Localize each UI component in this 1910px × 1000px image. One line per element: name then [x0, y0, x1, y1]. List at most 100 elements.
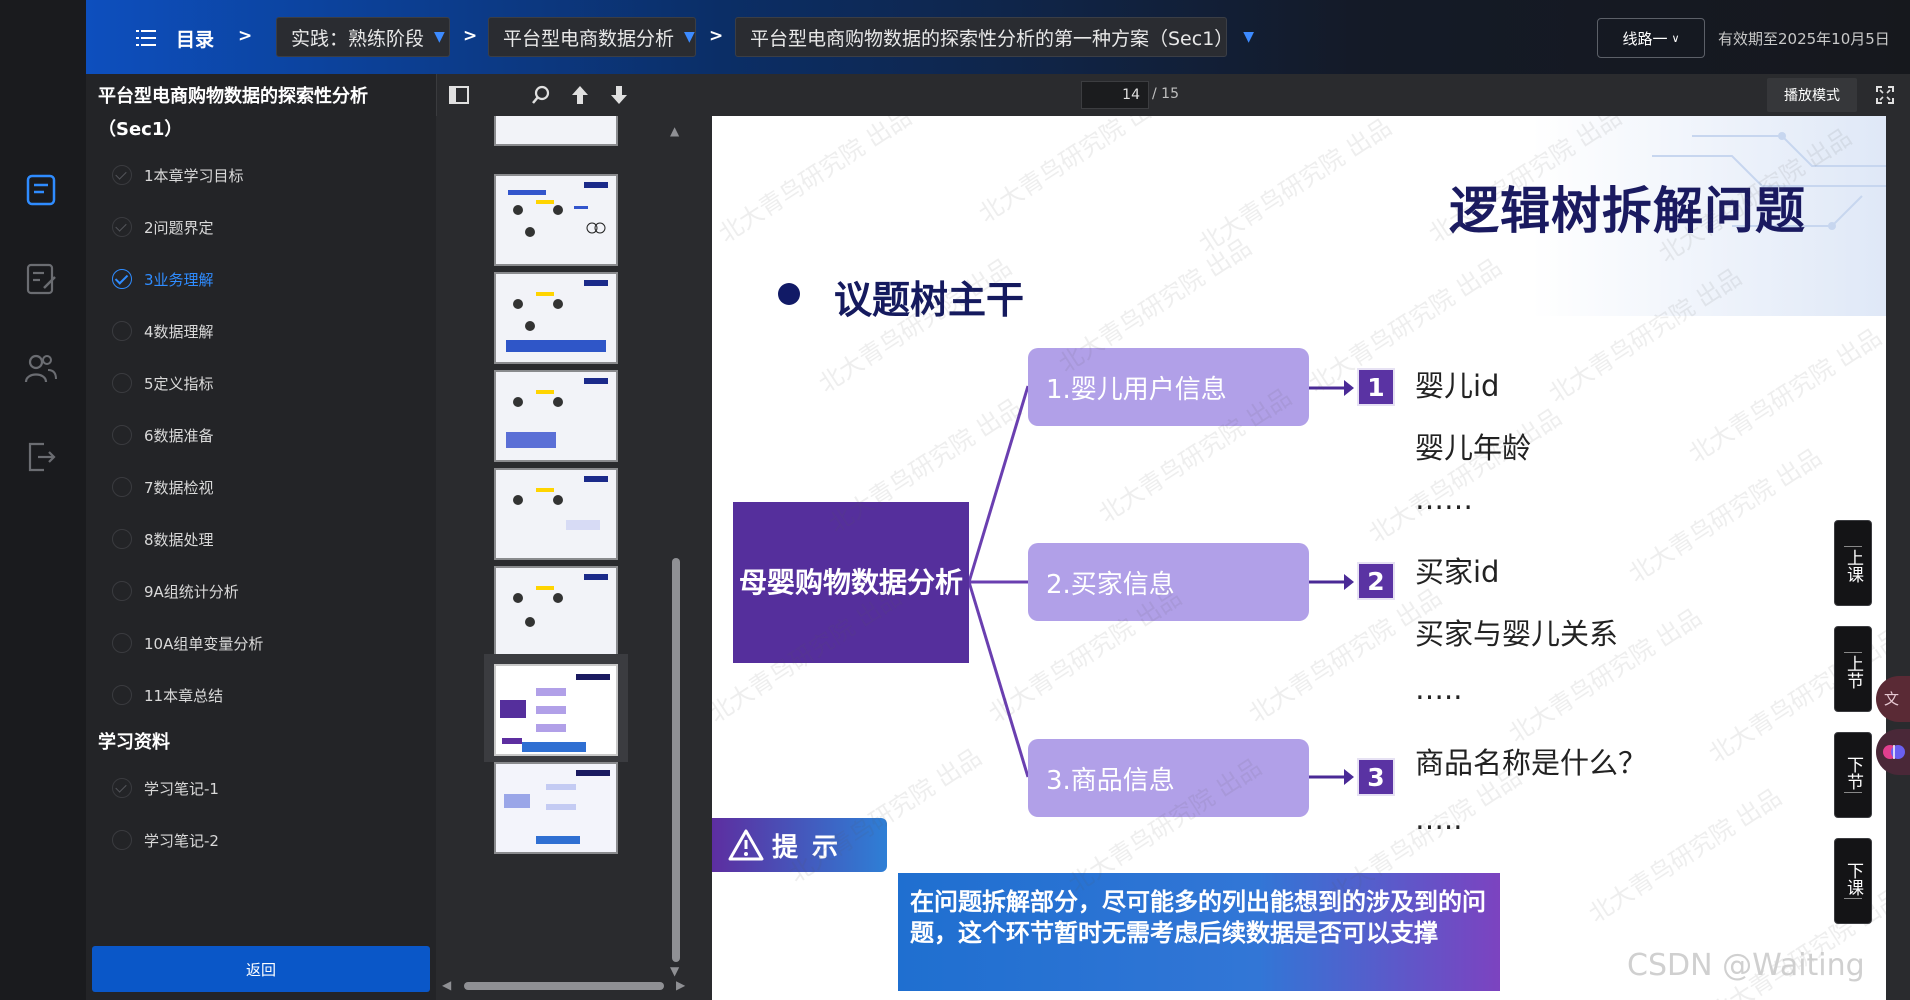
expiry-text: 有效期至2025年10月5日 [1718, 30, 1890, 48]
page-thumbnail[interactable] [494, 272, 618, 364]
tree-branch-node: 2.买家信息 [1028, 543, 1309, 621]
tree-leaf-text: ….. [1415, 802, 1463, 836]
branch-number-badge: 3 [1357, 758, 1395, 796]
page-number-input[interactable]: 14 [1081, 81, 1149, 109]
material-item[interactable]: 学习笔记-1 [86, 762, 436, 814]
chapter-item[interactable]: 7数据检视 [86, 461, 436, 513]
scroll-up-arrow-icon[interactable]: ▲ [670, 124, 679, 138]
left-icon-bar [0, 74, 86, 1000]
tree-leaf-text: 婴儿id [1415, 369, 1500, 403]
chapter-label: 3业务理解 [144, 270, 214, 289]
chapter-item[interactable]: 5定义指标 [86, 357, 436, 409]
breadcrumb-separator: > [463, 26, 478, 46]
viewer-toolbar: 14 / 15 播放模式 [436, 74, 1910, 116]
users-icon[interactable] [24, 352, 58, 386]
tree-leaf-text: 商品名称是什么？ [1415, 746, 1648, 780]
page-thumbnail[interactable] [494, 174, 618, 266]
divider [1844, 545, 1862, 547]
tree-leaf-text: ….. [1415, 672, 1463, 706]
page-thumbnail[interactable] [494, 566, 618, 658]
circle-icon [112, 581, 132, 601]
toc-label: 目录 [176, 28, 215, 51]
toc-button[interactable]: 目录 [136, 24, 214, 52]
material-label: 学习笔记-2 [144, 831, 219, 850]
edit-note-icon[interactable] [24, 262, 58, 296]
crumb-section-select[interactable]: 平台型电商购物数据的探索性分析的第一种方案（Sec1） ▼ [735, 17, 1254, 57]
page-thumbnail[interactable] [494, 762, 618, 854]
course-outline-panel: 平台型电商购物数据的探索性分析（Sec1） 1本章学习目标 2问题界定 3业务理… [86, 74, 436, 1000]
crumb-stage-select[interactable]: 实践：熟练阶段 ▼ [276, 17, 450, 57]
scroll-right-arrow-icon[interactable]: ▶ [676, 978, 685, 992]
caret-down-icon: ▼ [1243, 29, 1255, 45]
thumbnail-image [513, 574, 608, 627]
thumbnail-image [508, 182, 608, 237]
search-icon[interactable] [531, 85, 551, 105]
divider [436, 74, 437, 116]
scroll-down-arrow-icon[interactable]: ▼ [670, 964, 679, 978]
chapter-label: 11本章总结 [144, 686, 224, 705]
chapter-item[interactable]: 2问题界定 [86, 201, 436, 253]
thumbnail-image [496, 666, 616, 754]
page-thumbnail[interactable] [494, 370, 618, 462]
fullscreen-icon[interactable] [1876, 86, 1894, 104]
route-select[interactable]: 线路一 ∨ [1597, 18, 1705, 58]
check-circle-icon [112, 269, 132, 289]
back-button[interactable]: 返回 [92, 946, 430, 992]
next-section-label: 下节 [1843, 755, 1863, 790]
tree-leaf-text: 婴儿年龄 [1415, 431, 1532, 465]
chapter-item[interactable]: 11本章总结 [86, 669, 436, 721]
chapter-label: 9A组统计分析 [144, 582, 239, 601]
next-section-button[interactable]: 下节 [1834, 732, 1872, 818]
tip-text-box: 在问题拆解部分，尽可能多的列出能想到的涉及到的问题，这个环节暂时无需考虑后续数据… [898, 873, 1500, 991]
crumb-course-select[interactable]: 平台型电商数据分析 ▼ [488, 17, 696, 57]
chapter-item[interactable]: 4数据理解 [86, 305, 436, 357]
check-circle-icon [112, 217, 132, 237]
thumbnail-panel: ▲ ▼ ◀ ▶ [436, 116, 694, 1000]
crumb-stage-label: 实践：熟练阶段 [291, 27, 425, 50]
prev-section-button[interactable]: 上节 [1834, 626, 1872, 712]
viewer-gutter [694, 116, 712, 1000]
page-thumbnail-current[interactable] [494, 664, 618, 756]
arrow-up-icon[interactable] [570, 84, 590, 106]
thumbnail-scrollbar[interactable] [672, 558, 680, 962]
route-label: 线路一 [1622, 29, 1668, 48]
prev-lesson-button[interactable]: 上课 [1834, 520, 1872, 606]
tree-leaf-text: 买家与婴儿关系 [1415, 617, 1619, 651]
chapter-list: 1本章学习目标 2问题界定 3业务理解 4数据理解 5定义指标 6数据准备 7数… [86, 149, 436, 721]
branch-number-badge: 1 [1357, 368, 1395, 406]
circle-icon [112, 633, 132, 653]
sidebar-toggle-icon[interactable] [449, 86, 469, 104]
chapter-item-active[interactable]: 3业务理解 [86, 253, 436, 305]
course-title: 平台型电商购物数据的探索性分析（Sec1） [98, 86, 368, 140]
chapter-item[interactable]: 9A组统计分析 [86, 565, 436, 617]
divider [1844, 791, 1862, 793]
exit-icon[interactable] [24, 440, 58, 474]
chapter-item[interactable]: 6数据准备 [86, 409, 436, 461]
chapter-label: 1本章学习目标 [144, 166, 244, 185]
chapter-label: 8数据处理 [144, 530, 214, 549]
circle-icon [112, 321, 132, 341]
materials-list: 学习笔记-1 学习笔记-2 [86, 762, 436, 866]
tree-leaf-text: 买家id [1415, 555, 1500, 589]
chapter-item[interactable]: 8数据处理 [86, 513, 436, 565]
play-mode-button[interactable]: 播放模式 [1767, 78, 1857, 112]
arrow-down-icon[interactable] [609, 84, 629, 106]
material-item[interactable]: 学习笔记-2 [86, 814, 436, 866]
chapter-item[interactable]: 1本章学习目标 [86, 149, 436, 201]
page-thumbnail[interactable] [494, 116, 618, 146]
page-thumbnail[interactable] [494, 468, 618, 560]
next-lesson-button[interactable]: 下课 [1834, 838, 1872, 924]
scroll-left-arrow-icon[interactable]: ◀ [442, 978, 451, 992]
breadcrumb-separator: > [238, 26, 253, 46]
circle-icon [112, 529, 132, 549]
chapter-item[interactable]: 10A组单变量分析 [86, 617, 436, 669]
document-icon[interactable] [24, 173, 58, 207]
chapter-label: 5定义指标 [144, 374, 214, 393]
viewer-gutter [1886, 116, 1910, 1000]
check-circle-icon [112, 165, 132, 185]
brain-icon [1883, 745, 1905, 759]
list-icon [136, 29, 156, 47]
chapter-label: 4数据理解 [144, 322, 214, 341]
thumbnail-hscrollbar[interactable] [464, 982, 664, 990]
tree-leaf-text: …… [1415, 482, 1473, 516]
